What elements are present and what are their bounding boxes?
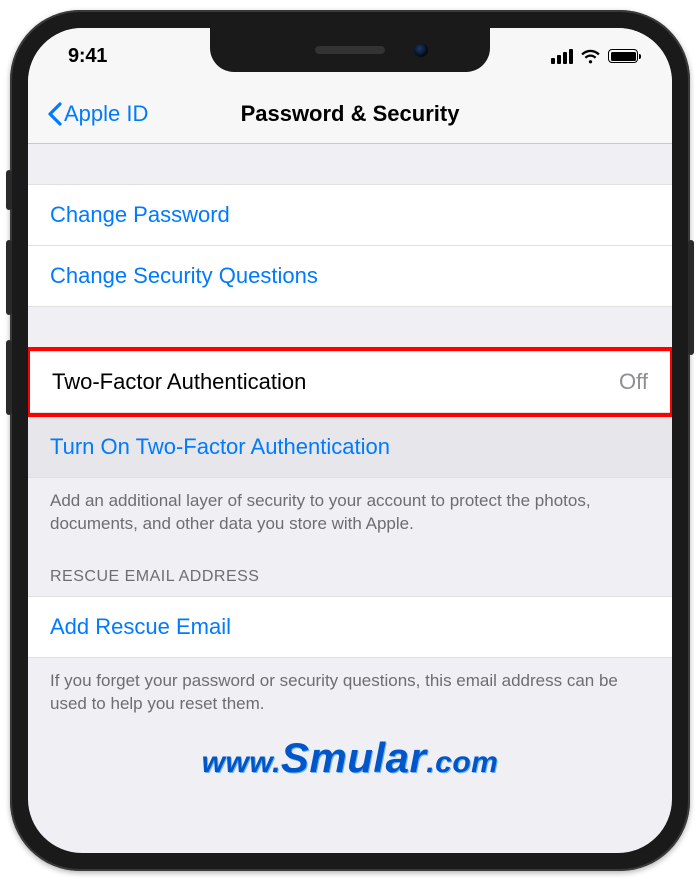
rescue-email-header: RESCUE EMAIL ADDRESS (28, 544, 672, 596)
two-factor-status-cell[interactable]: Two-Factor Authentication Off (30, 351, 670, 413)
status-indicators (551, 49, 638, 64)
change-security-questions-cell[interactable]: Change Security Questions (28, 246, 672, 307)
change-password-cell[interactable]: Change Password (28, 184, 672, 246)
chevron-left-icon (46, 102, 62, 126)
phone-frame: 9:41 Apple ID Password & Security (10, 10, 690, 871)
highlight-annotation: Two-Factor Authentication Off (28, 347, 672, 417)
back-button[interactable]: Apple ID (46, 101, 148, 127)
wifi-icon (580, 49, 601, 64)
nav-bar: Apple ID Password & Security (28, 84, 672, 144)
two-factor-label: Two-Factor Authentication (52, 369, 306, 395)
speaker-grille (315, 46, 385, 54)
watermark: www.Smular.com (28, 734, 672, 782)
page-title: Password & Security (241, 101, 460, 127)
settings-content: Change Password Change Security Question… (28, 144, 672, 782)
volume-up (6, 240, 12, 315)
watermark-prefix: www. (202, 746, 281, 779)
add-rescue-email-cell[interactable]: Add Rescue Email (28, 596, 672, 658)
phone-screen: 9:41 Apple ID Password & Security (28, 28, 672, 853)
watermark-suffix: .com (426, 746, 498, 779)
front-camera (414, 43, 428, 57)
battery-icon (608, 49, 638, 63)
turn-on-two-factor-cell[interactable]: Turn On Two-Factor Authentication (28, 417, 672, 478)
back-label: Apple ID (64, 101, 148, 127)
volume-down (6, 340, 12, 415)
notch (210, 28, 490, 72)
turn-on-two-factor-label: Turn On Two-Factor Authentication (50, 434, 390, 460)
cellular-signal-icon (551, 49, 573, 64)
two-factor-value: Off (619, 369, 648, 395)
watermark-brand: Smular (281, 734, 426, 781)
change-password-label: Change Password (50, 202, 230, 228)
rescue-email-footer: If you forget your password or security … (28, 658, 672, 724)
mute-switch (6, 170, 12, 210)
power-button (688, 240, 694, 355)
two-factor-footer: Add an additional layer of security to y… (28, 478, 672, 544)
status-time: 9:41 (68, 45, 107, 68)
change-security-questions-label: Change Security Questions (50, 263, 318, 289)
add-rescue-email-label: Add Rescue Email (50, 614, 231, 640)
